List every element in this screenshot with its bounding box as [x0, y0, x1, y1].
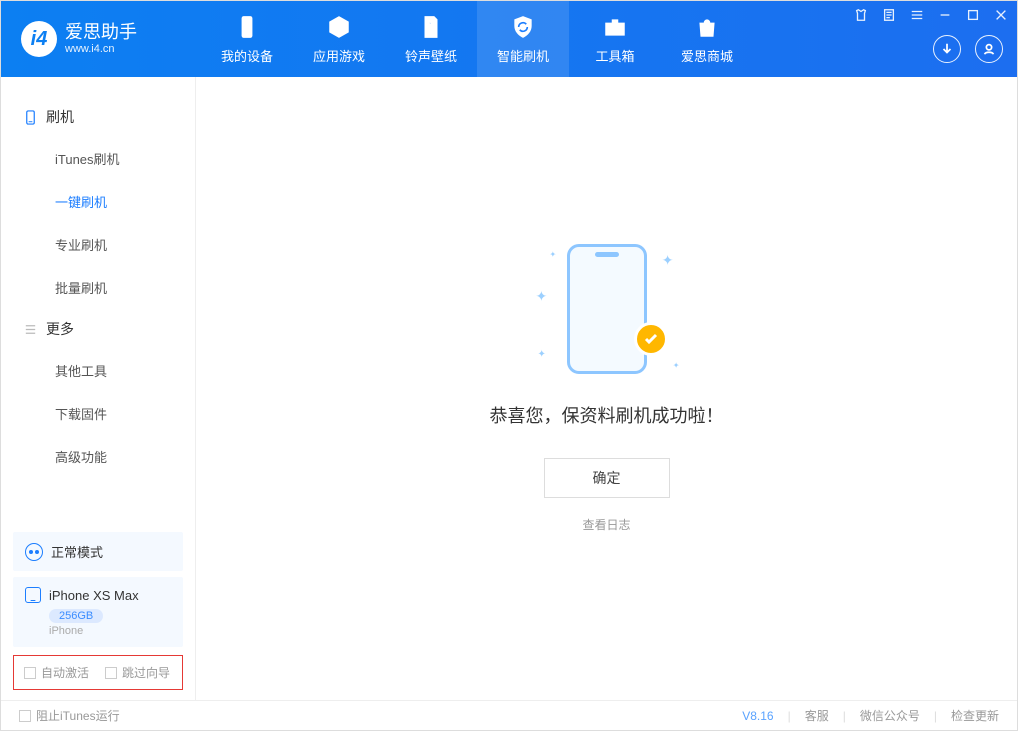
sidebar-item-download-fw[interactable]: 下载固件	[1, 392, 195, 435]
menu-icon[interactable]	[909, 7, 925, 23]
user-icon[interactable]	[975, 35, 1003, 63]
device-type: iPhone	[49, 625, 171, 637]
wechat-link[interactable]: 微信公众号	[860, 707, 920, 724]
tab-ringtones[interactable]: 铃声壁纸	[385, 1, 477, 77]
check-badge-icon	[634, 322, 668, 356]
app-header: i4 爱思助手 www.i4.cn 我的设备 应用游戏 铃声壁纸 智能刷机 工具…	[1, 1, 1017, 77]
sidebar-item-oneclick-flash[interactable]: 一键刷机	[1, 180, 195, 223]
tab-apps-games[interactable]: 应用游戏	[293, 1, 385, 77]
tab-flash[interactable]: 智能刷机	[477, 1, 569, 77]
view-log-link[interactable]: 查看日志	[582, 516, 630, 533]
tab-toolbox[interactable]: 工具箱	[569, 1, 661, 77]
header-right-icons	[933, 35, 1003, 63]
tab-label: 应用游戏	[313, 46, 365, 65]
sidebar-section-more: 更多	[1, 309, 195, 349]
tab-label: 工具箱	[595, 46, 634, 65]
section-title: 刷机	[46, 107, 74, 127]
tab-label: 智能刷机	[497, 46, 549, 65]
status-mode-icon	[25, 543, 43, 561]
window-controls	[853, 7, 1009, 23]
support-link[interactable]: 客服	[805, 707, 829, 724]
ok-button[interactable]: 确定	[544, 458, 670, 498]
sidebar-item-other-tools[interactable]: 其他工具	[1, 349, 195, 392]
main-content: ✦✦✦✦✦ 恭喜您，保资料刷机成功啦！ 确定 查看日志	[196, 77, 1017, 700]
device-name: iPhone XS Max	[49, 588, 139, 603]
status-label: 正常模式	[51, 542, 103, 561]
bottom-options-highlighted: 自动激活 跳过向导	[13, 655, 183, 690]
tab-store[interactable]: 爱思商城	[661, 1, 753, 77]
version-label: V8.16	[742, 709, 773, 723]
bag-icon	[694, 14, 720, 40]
shirt-icon[interactable]	[853, 7, 869, 23]
device-card[interactable]: iPhone XS Max 256GB iPhone	[13, 577, 183, 647]
body-area: 刷机 iTunes刷机 一键刷机 专业刷机 批量刷机 更多 其他工具 下载固件 …	[1, 77, 1017, 700]
success-message: 恭喜您，保资料刷机成功啦！	[490, 402, 724, 428]
cube-icon	[326, 14, 352, 40]
logo-area: i4 爱思助手 www.i4.cn	[1, 1, 201, 77]
sidebar-item-itunes-flash[interactable]: iTunes刷机	[1, 137, 195, 180]
sidebar: 刷机 iTunes刷机 一键刷机 专业刷机 批量刷机 更多 其他工具 下载固件 …	[1, 77, 196, 700]
sidebar-item-pro-flash[interactable]: 专业刷机	[1, 223, 195, 266]
device-phone-icon	[25, 587, 41, 603]
nav-tabs: 我的设备 应用游戏 铃声壁纸 智能刷机 工具箱 爱思商城	[201, 1, 753, 77]
briefcase-icon	[602, 14, 628, 40]
phone-outline-icon	[567, 244, 647, 374]
maximize-icon[interactable]	[965, 7, 981, 23]
sidebar-section-flash: 刷机	[1, 97, 195, 137]
logo-icon: i4	[21, 21, 57, 57]
status-card[interactable]: 正常模式	[13, 532, 183, 571]
success-illustration: ✦✦✦✦✦	[542, 244, 672, 374]
tab-label: 我的设备	[221, 46, 273, 65]
footer: 阻止iTunes运行 V8.16 | 客服 | 微信公众号 | 检查更新	[1, 700, 1017, 730]
app-name: 爱思助手	[65, 23, 137, 43]
download-icon[interactable]	[933, 35, 961, 63]
section-title: 更多	[46, 319, 74, 339]
app-url: www.i4.cn	[65, 43, 137, 55]
phone-icon	[23, 110, 38, 125]
sidebar-item-batch-flash[interactable]: 批量刷机	[1, 266, 195, 309]
minimize-icon[interactable]	[937, 7, 953, 23]
device-icon	[234, 14, 260, 40]
music-file-icon	[418, 14, 444, 40]
tab-label: 铃声壁纸	[405, 46, 457, 65]
tab-my-device[interactable]: 我的设备	[201, 1, 293, 77]
tab-label: 爱思商城	[681, 46, 733, 65]
logo-text: 爱思助手 www.i4.cn	[65, 23, 137, 55]
checkbox-skip-guide[interactable]: 跳过向导	[105, 664, 170, 681]
shield-refresh-icon	[510, 14, 536, 40]
sidebar-item-advanced[interactable]: 高级功能	[1, 435, 195, 478]
close-icon[interactable]	[993, 7, 1009, 23]
check-update-link[interactable]: 检查更新	[951, 707, 999, 724]
device-storage-badge: 256GB	[49, 609, 103, 623]
list-icon	[23, 322, 38, 337]
checkbox-block-itunes[interactable]: 阻止iTunes运行	[19, 707, 120, 724]
note-icon[interactable]	[881, 7, 897, 23]
sidebar-bottom: 正常模式 iPhone XS Max 256GB iPhone 自动激活 跳过向…	[1, 526, 195, 700]
checkbox-auto-activate[interactable]: 自动激活	[24, 664, 89, 681]
